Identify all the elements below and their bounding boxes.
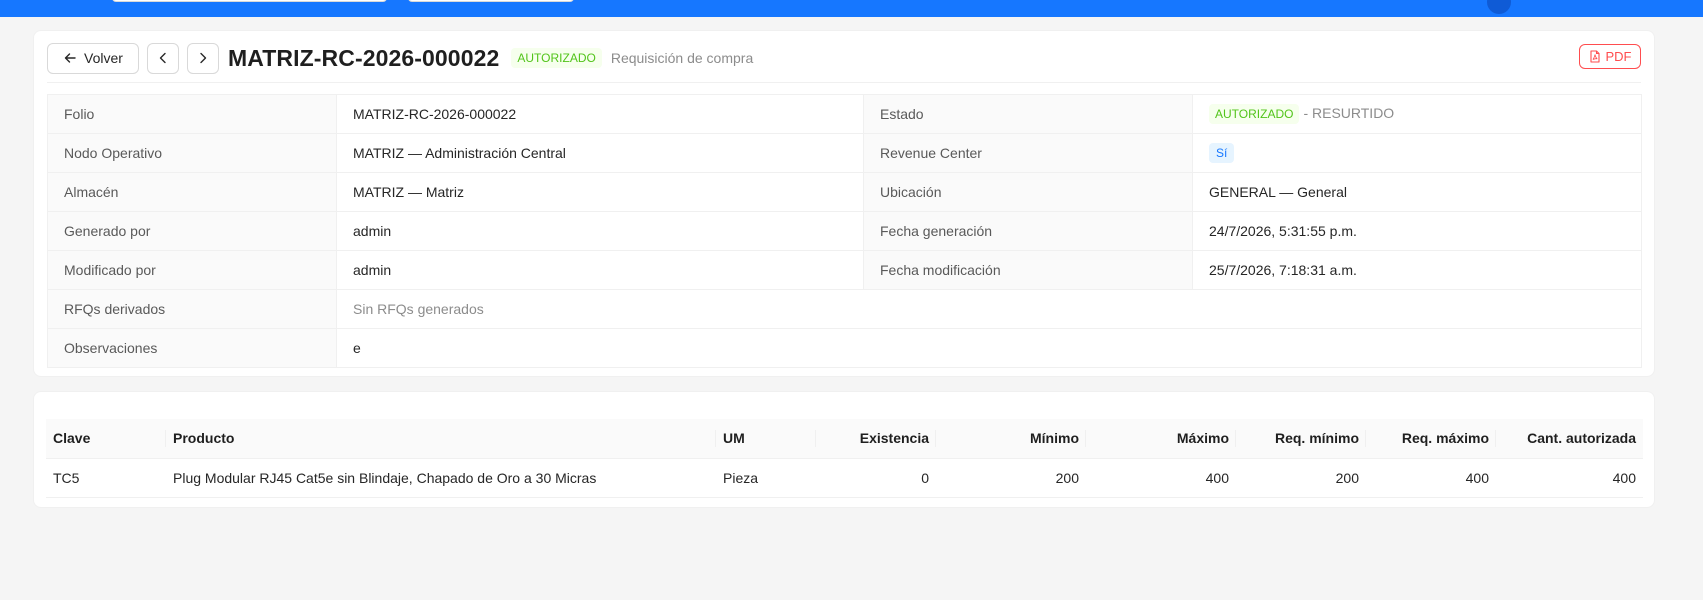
estado-label: Estado [863, 94, 1193, 134]
almacen-label: Almacén [47, 172, 337, 212]
cell-maximo: 400 [1086, 458, 1236, 498]
observaciones-value: e [336, 328, 1642, 368]
back-button-label: Volver [84, 50, 123, 66]
cell-minimo: 200 [936, 458, 1086, 498]
revenue-center-label: Revenue Center [863, 133, 1193, 173]
previous-record-button[interactable] [147, 42, 179, 74]
pdf-file-icon [1589, 50, 1601, 63]
cell-cant-autorizada: 400 [1496, 458, 1643, 498]
chevron-left-icon [157, 52, 169, 64]
page-title: MATRIZ-RC-2026-000022 [228, 44, 500, 71]
top-search-input[interactable] [112, 0, 387, 2]
fecha-modificacion-label: Fecha modificación [863, 250, 1193, 290]
arrow-left-icon [63, 51, 77, 65]
status-badge: AUTORIZADO [511, 48, 602, 68]
details-row: Modificado por admin Fecha modificación … [47, 250, 1642, 290]
requisition-items-card: Clave Producto UM Existencia Mínimo Máxi… [33, 391, 1655, 508]
revenue-center-value: Sí [1192, 133, 1642, 173]
items-table: Clave Producto UM Existencia Mínimo Máxi… [46, 419, 1643, 498]
column-header-req-maximo[interactable]: Req. máximo [1366, 419, 1496, 459]
user-avatar[interactable] [1487, 0, 1511, 14]
revenue-center-tag: Sí [1209, 143, 1235, 163]
column-header-maximo[interactable]: Máximo [1086, 419, 1236, 459]
modificado-por-label: Modificado por [47, 250, 337, 290]
nodo-value: MATRIZ — Administración Central [336, 133, 864, 173]
pdf-button-label: PDF [1605, 49, 1632, 64]
rfqs-label: RFQs derivados [47, 289, 337, 329]
ubicacion-label: Ubicación [863, 172, 1193, 212]
generado-por-label: Generado por [47, 211, 337, 251]
folio-label: Folio [47, 94, 337, 134]
fecha-generacion-value: 24/7/2026, 5:31:55 p.m. [1192, 211, 1642, 251]
column-header-cant-autorizada[interactable]: Cant. autorizada [1496, 419, 1643, 459]
requisition-header-card: Volver MATRIZ-RC-2026-000022 AUTORIZADO … [33, 30, 1655, 377]
column-header-minimo[interactable]: Mínimo [936, 419, 1086, 459]
back-button[interactable]: Volver [47, 42, 139, 74]
column-header-req-minimo[interactable]: Req. mínimo [1236, 419, 1366, 459]
column-header-um[interactable]: UM [716, 419, 816, 459]
cell-req-minimo: 200 [1236, 458, 1366, 498]
table-row: TC5 Plug Modular RJ45 Cat5e sin Blindaje… [46, 458, 1643, 498]
cell-clave: TC5 [46, 458, 166, 498]
details-row: Generado por admin Fecha generación 24/7… [47, 211, 1642, 251]
estado-extra: - RESURTIDO [1303, 105, 1395, 121]
rfqs-value: Sin RFQs generados [336, 289, 1642, 329]
folio-value: MATRIZ-RC-2026-000022 [336, 94, 864, 134]
modificado-por-value: admin [336, 250, 864, 290]
observaciones-label: Observaciones [47, 328, 337, 368]
chevron-right-icon [197, 52, 209, 64]
details-row: Nodo Operativo MATRIZ — Administración C… [47, 133, 1642, 173]
almacen-value: MATRIZ — Matriz [336, 172, 864, 212]
estado-tag: AUTORIZADO [1209, 104, 1300, 124]
items-header-row: Clave Producto UM Existencia Mínimo Máxi… [46, 419, 1643, 459]
column-header-existencia[interactable]: Existencia [816, 419, 936, 459]
pdf-button[interactable]: PDF [1579, 44, 1641, 69]
column-header-clave[interactable]: Clave [46, 419, 166, 459]
fecha-modificacion-value: 25/7/2026, 7:18:31 a.m. [1192, 250, 1642, 290]
details-row: Observaciones e [47, 328, 1642, 368]
top-select-input[interactable] [408, 0, 574, 2]
document-type-label: Requisición de compra [610, 50, 754, 66]
column-header-producto[interactable]: Producto [166, 419, 716, 459]
cell-req-maximo: 400 [1366, 458, 1496, 498]
cell-producto: Plug Modular RJ45 Cat5e sin Blindaje, Ch… [166, 458, 716, 498]
fecha-generacion-label: Fecha generación [863, 211, 1193, 251]
details-row: Almacén MATRIZ — Matriz Ubicación GENERA… [47, 172, 1642, 212]
requisition-details: Folio MATRIZ-RC-2026-000022 Estado AUTOR… [47, 94, 1642, 368]
top-navigation-bar [0, 0, 1703, 17]
estado-value: AUTORIZADO - RESURTIDO [1192, 94, 1642, 134]
generado-por-value: admin [336, 211, 864, 251]
cell-um: Pieza [716, 458, 816, 498]
details-row: RFQs derivados Sin RFQs generados [47, 289, 1642, 329]
nodo-label: Nodo Operativo [47, 133, 337, 173]
details-row: Folio MATRIZ-RC-2026-000022 Estado AUTOR… [47, 94, 1642, 134]
ubicacion-value: GENERAL — General [1192, 172, 1642, 212]
page-header: Volver MATRIZ-RC-2026-000022 AUTORIZADO … [47, 42, 1641, 74]
next-record-button[interactable] [187, 42, 219, 74]
cell-existencia: 0 [816, 458, 936, 498]
header-divider [47, 82, 1641, 83]
